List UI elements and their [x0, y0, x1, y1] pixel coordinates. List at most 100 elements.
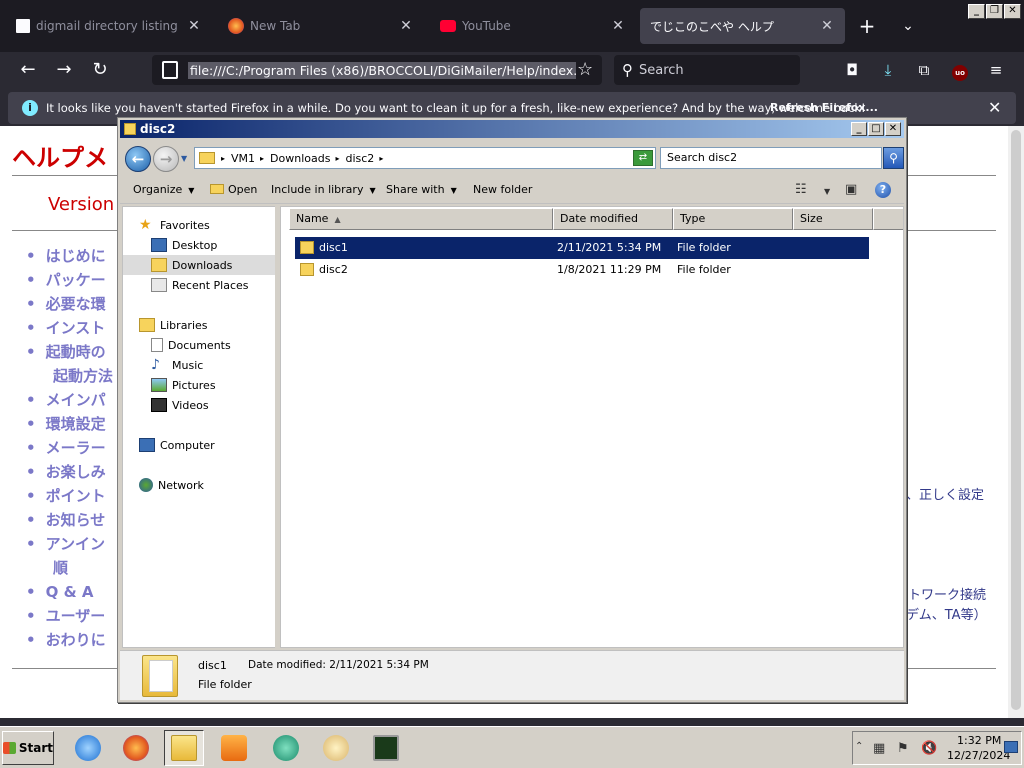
volume-muted-icon[interactable]: 🔇 — [921, 741, 937, 756]
chevron-right-icon[interactable]: ▸ — [335, 154, 339, 163]
toc-link[interactable]: パッケー — [26, 268, 113, 292]
action-center-flag-icon[interactable]: ⚑ — [897, 741, 909, 756]
taskbar-app[interactable] — [266, 730, 306, 766]
start-button[interactable]: Start — [2, 731, 54, 765]
tab-new-tab[interactable]: New Tab ✕ — [218, 8, 424, 44]
close-button[interactable]: ✕ — [1004, 4, 1021, 19]
nav-libraries[interactable]: Libraries — [139, 315, 293, 335]
extensions-icon[interactable]: ⧉ — [914, 60, 934, 80]
taskbar-ie[interactable] — [68, 730, 108, 766]
help-icon[interactable]: ? — [875, 182, 891, 198]
column-header-name[interactable]: Name ▲ — [289, 208, 553, 230]
column-header-date[interactable]: Date modified — [553, 208, 673, 230]
scrollbar-thumb[interactable] — [1011, 130, 1021, 710]
nav-favorites[interactable]: ★ Favorites — [139, 215, 293, 235]
bookmark-star-icon[interactable]: ☆ — [577, 59, 593, 80]
taskbar-media-player[interactable] — [214, 730, 254, 766]
tab-close-icon[interactable]: ✕ — [819, 18, 835, 34]
breadcrumb-vm1[interactable]: VM1 — [231, 152, 255, 165]
nav-downloads[interactable]: Downloads — [123, 255, 277, 275]
new-folder-button[interactable]: New folder — [473, 183, 532, 196]
toc-link[interactable]: 起動方法 — [26, 364, 113, 388]
column-header-size[interactable]: Size — [793, 208, 873, 230]
explorer-title-bar[interactable]: disc2 _ □ ✕ — [120, 120, 904, 138]
tab-close-icon[interactable]: ✕ — [398, 18, 414, 34]
tab-help[interactable]: でじこのこべや ヘルプ ✕ — [640, 8, 845, 44]
toc-link[interactable]: ユーザー — [26, 604, 113, 628]
minimize-button[interactable]: _ — [851, 122, 867, 136]
chevron-right-icon[interactable]: ▸ — [379, 154, 383, 163]
taskbar-paint[interactable] — [316, 730, 356, 766]
search-input[interactable]: Search disc2 — [660, 147, 882, 169]
toc-link[interactable]: Q & A — [26, 580, 113, 604]
share-with-button[interactable]: Share with ▼ — [386, 183, 457, 196]
toc-link[interactable]: おわりに — [26, 628, 113, 652]
chevron-right-icon[interactable]: ▸ — [221, 154, 225, 163]
breadcrumb-disc2[interactable]: disc2 — [345, 152, 374, 165]
taskbar-explorer[interactable] — [164, 730, 204, 766]
toc-link[interactable]: はじめに — [26, 244, 113, 268]
forward-button[interactable]: → — [50, 56, 78, 84]
open-button[interactable]: Open — [210, 183, 257, 196]
toc-link[interactable]: ポイント — [26, 484, 113, 508]
reload-button[interactable]: ↻ — [86, 56, 114, 84]
toc-link[interactable]: アンイン — [26, 532, 113, 556]
ublock-icon[interactable]: uo — [950, 60, 970, 81]
toc-link[interactable]: メーラー — [26, 436, 113, 460]
minimize-button[interactable]: _ — [968, 4, 985, 19]
preview-pane-icon[interactable]: ▣ — [845, 182, 857, 197]
notification-close-icon[interactable]: ✕ — [988, 98, 1001, 117]
include-in-library-button[interactable]: Include in library ▼ — [271, 183, 376, 196]
toc-link[interactable]: 起動時の — [26, 340, 113, 364]
tab-close-icon[interactable]: ✕ — [610, 18, 626, 34]
back-button[interactable]: ← — [125, 146, 151, 172]
taskbar-firefox[interactable] — [116, 730, 156, 766]
menu-icon[interactable]: ≡ — [986, 60, 1006, 80]
tab-digmail[interactable]: digmail directory listing ✕ — [6, 8, 212, 44]
recent-pages-chevron-icon[interactable]: ▼ — [181, 154, 187, 163]
maximize-button[interactable]: □ — [868, 122, 884, 136]
new-tab-button[interactable]: + — [855, 14, 879, 38]
file-row-disc2[interactable]: disc2 1/8/2021 11:29 PM File folder — [295, 259, 869, 281]
url-bar[interactable]: file:///C:/Program Files (x86)/BROCCOLI/… — [152, 55, 602, 85]
taskbar-task-manager[interactable] — [366, 730, 406, 766]
breadcrumb-downloads[interactable]: Downloads — [270, 152, 330, 165]
refresh-firefox-button[interactable]: Refresh Firefox... — [764, 98, 884, 118]
forward-button[interactable]: → — [153, 146, 179, 172]
toc-link[interactable]: お楽しみ — [26, 460, 113, 484]
view-options-icon[interactable]: ☷ — [795, 182, 807, 197]
list-all-tabs-chevron-icon[interactable]: ⌄ — [896, 14, 920, 38]
view-chevron-down-icon[interactable]: ▼ — [824, 187, 830, 196]
search-bar[interactable]: ⚲ Search — [614, 55, 800, 85]
toc-link[interactable]: メインパ — [26, 388, 113, 412]
show-desktop-icon[interactable] — [1004, 741, 1018, 753]
downloads-icon[interactable]: ⤓ — [878, 60, 898, 80]
chevron-right-icon[interactable]: ▸ — [260, 154, 264, 163]
address-bar[interactable]: ▸ VM1 ▸ Downloads ▸ disc2 ▸ ▼ — [194, 147, 656, 169]
tab-close-icon[interactable]: ✕ — [186, 18, 202, 34]
nav-pane-splitter[interactable] — [275, 206, 278, 648]
toc-link[interactable]: 環境設定 — [26, 412, 113, 436]
tab-youtube[interactable]: YouTube ✕ — [430, 8, 636, 44]
file-row-disc1[interactable]: disc1 2/11/2021 5:34 PM File folder — [295, 237, 869, 259]
network-tray-icon[interactable]: ▦ — [873, 741, 885, 756]
toc-link[interactable]: 必要な環 — [26, 292, 113, 316]
clock-date[interactable]: 12/27/2024 — [947, 749, 1010, 762]
pocket-icon[interactable]: ◘ — [842, 60, 862, 80]
page-scrollbar[interactable] — [1008, 126, 1024, 718]
back-button[interactable]: ← — [14, 56, 42, 84]
column-header-type[interactable]: Type — [673, 208, 793, 230]
show-hidden-icons-chevron-icon[interactable]: ⌃ — [855, 741, 863, 752]
search-icon[interactable]: ⚲ — [883, 147, 904, 169]
organize-button[interactable]: Organize ▼ — [133, 183, 194, 196]
nav-computer[interactable]: Computer — [139, 435, 293, 455]
nav-network[interactable]: Network — [139, 475, 293, 495]
clock-time[interactable]: 1:32 PM — [957, 734, 1001, 747]
toc-link[interactable]: インスト — [26, 316, 113, 340]
close-button[interactable]: ✕ — [885, 122, 901, 136]
toc-link[interactable]: 順 — [26, 556, 113, 580]
toc-link[interactable]: お知らせ — [26, 508, 113, 532]
url-text[interactable]: file:///C:/Program Files (x86)/BROCCOLI/… — [188, 61, 576, 79]
restore-button[interactable]: ❐ — [986, 4, 1003, 19]
refresh-button[interactable]: ⇄ — [633, 150, 653, 166]
